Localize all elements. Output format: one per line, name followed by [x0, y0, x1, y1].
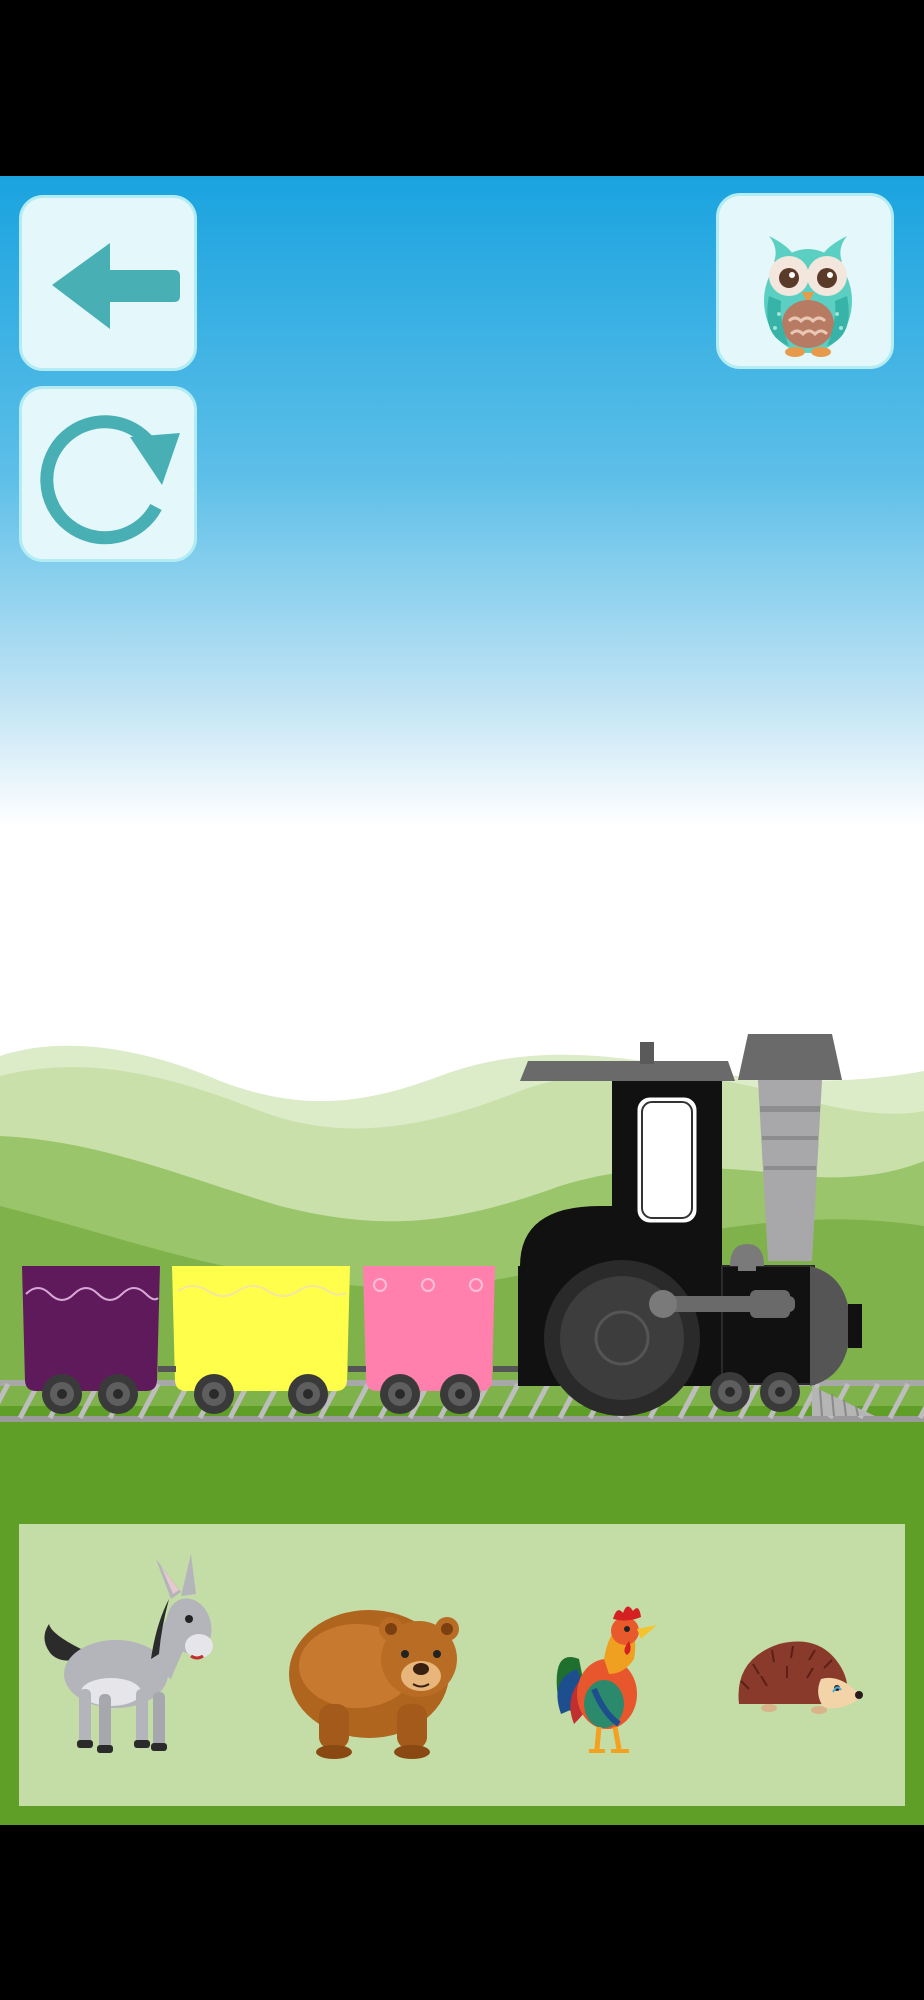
refresh-icon: [40, 415, 180, 545]
wagon-coupler: [158, 1366, 176, 1372]
restart-button[interactable]: [19, 386, 197, 562]
hedgehog-card[interactable]: [729, 1634, 869, 1724]
owl-icon: [764, 236, 852, 357]
rooster-card[interactable]: [549, 1589, 669, 1759]
bear-icon: [289, 1610, 459, 1759]
arrow-left-icon: [52, 243, 180, 329]
navigation-bar-area: [0, 1825, 924, 2000]
rooster-icon: [556, 1606, 657, 1753]
bear-card[interactable]: [279, 1574, 479, 1764]
hedgehog-icon: [738, 1641, 863, 1714]
wagon-coupler: [348, 1366, 366, 1372]
wagon-coupler: [493, 1366, 518, 1372]
donkey-card[interactable]: [31, 1554, 231, 1774]
owl-mascot-button[interactable]: [716, 193, 894, 369]
animal-tray: [19, 1524, 905, 1806]
donkey-icon: [44, 1554, 213, 1753]
status-bar-area: [0, 0, 924, 176]
back-button[interactable]: [19, 195, 197, 371]
game-scene: [0, 176, 924, 1825]
